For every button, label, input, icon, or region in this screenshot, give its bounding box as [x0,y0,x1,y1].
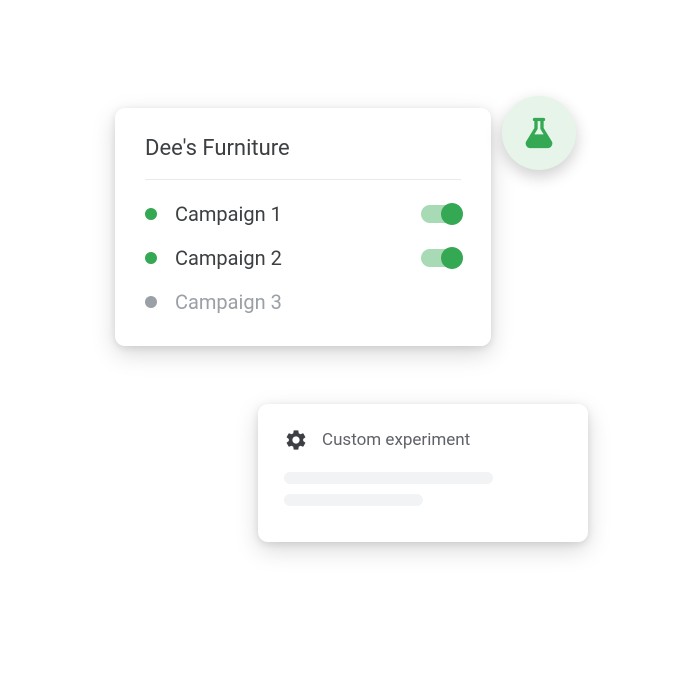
status-dot-icon [145,252,157,264]
campaign-toggle[interactable] [421,249,461,267]
status-dot-icon [145,208,157,220]
campaigns-title: Dee's Furniture [145,136,461,161]
experiment-badge[interactable] [502,96,576,170]
skeleton-line [284,472,493,484]
divider [145,179,461,180]
experiment-header: Custom experiment [284,428,562,452]
flask-icon [521,115,557,151]
campaign-label: Campaign 3 [175,290,461,314]
campaign-label: Campaign 1 [175,202,403,226]
campaign-row: Campaign 1 [145,192,461,236]
campaign-label: Campaign 2 [175,246,403,270]
campaign-row: Campaign 3 [145,280,461,324]
toggle-knob-icon [441,247,463,269]
campaigns-card: Dee's Furniture Campaign 1 Campaign 2 Ca… [115,108,491,346]
status-dot-icon [145,296,157,308]
skeleton-line [284,494,423,506]
gear-icon [284,428,308,452]
experiment-label: Custom experiment [322,430,470,450]
campaign-row: Campaign 2 [145,236,461,280]
toggle-knob-icon [441,203,463,225]
campaign-toggle[interactable] [421,205,461,223]
experiment-card: Custom experiment [258,404,588,542]
